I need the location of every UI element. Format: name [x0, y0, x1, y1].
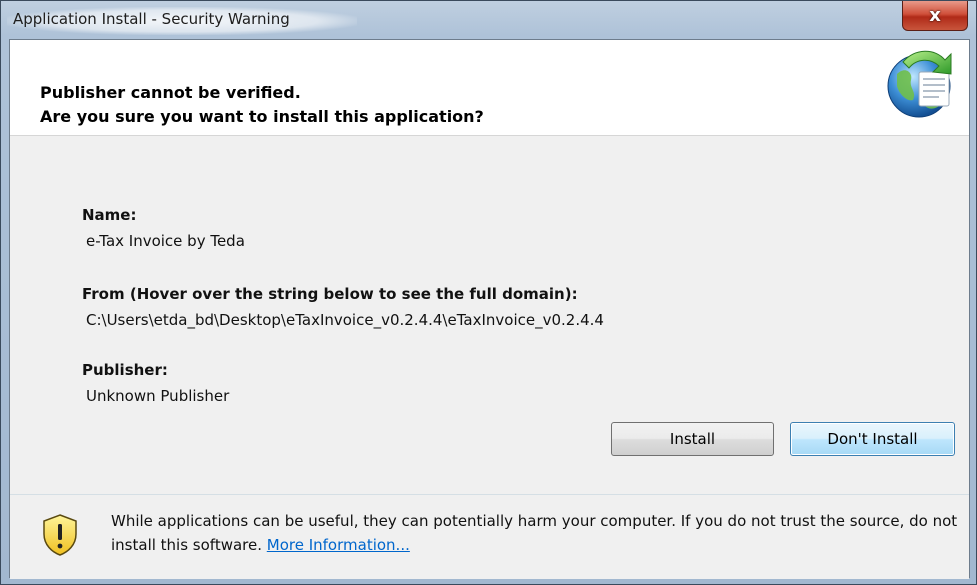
warning-shield-icon [43, 514, 77, 556]
source-path[interactable]: C:\Users\etda_bd\Desktop\eTaxInvoice_v0.… [86, 311, 604, 329]
warning-message: While applications can be useful, they c… [111, 512, 958, 554]
publisher-warning-heading: Publisher cannot be verified. [40, 83, 301, 102]
dialog-header: Publisher cannot be verified. Are you su… [10, 40, 969, 136]
from-label: From (Hover over the string below to see… [82, 285, 578, 303]
title-bar[interactable]: Application Install - Security Warning x [1, 1, 976, 39]
install-dialog-window: Application Install - Security Warning x… [0, 0, 977, 585]
dont-install-button[interactable]: Don't Install [790, 422, 955, 456]
application-name: e-Tax Invoice by Teda [86, 232, 245, 250]
close-button[interactable]: x [902, 1, 968, 31]
publisher-name: Unknown Publisher [86, 387, 230, 405]
name-label: Name: [82, 206, 137, 224]
dialog-content: Publisher cannot be verified. Are you su… [9, 39, 970, 579]
more-information-link[interactable]: More Information... [267, 536, 410, 554]
application-install-icon [887, 50, 952, 118]
publisher-label: Publisher: [82, 361, 168, 379]
install-question-heading: Are you sure you want to install this ap… [40, 107, 484, 126]
install-button[interactable]: Install [611, 422, 774, 456]
security-warning-text: While applications can be useful, they c… [111, 509, 961, 557]
window-title: Application Install - Security Warning [13, 10, 290, 28]
close-icon: x [929, 5, 941, 26]
warning-footer: While applications can be useful, they c… [10, 494, 969, 579]
